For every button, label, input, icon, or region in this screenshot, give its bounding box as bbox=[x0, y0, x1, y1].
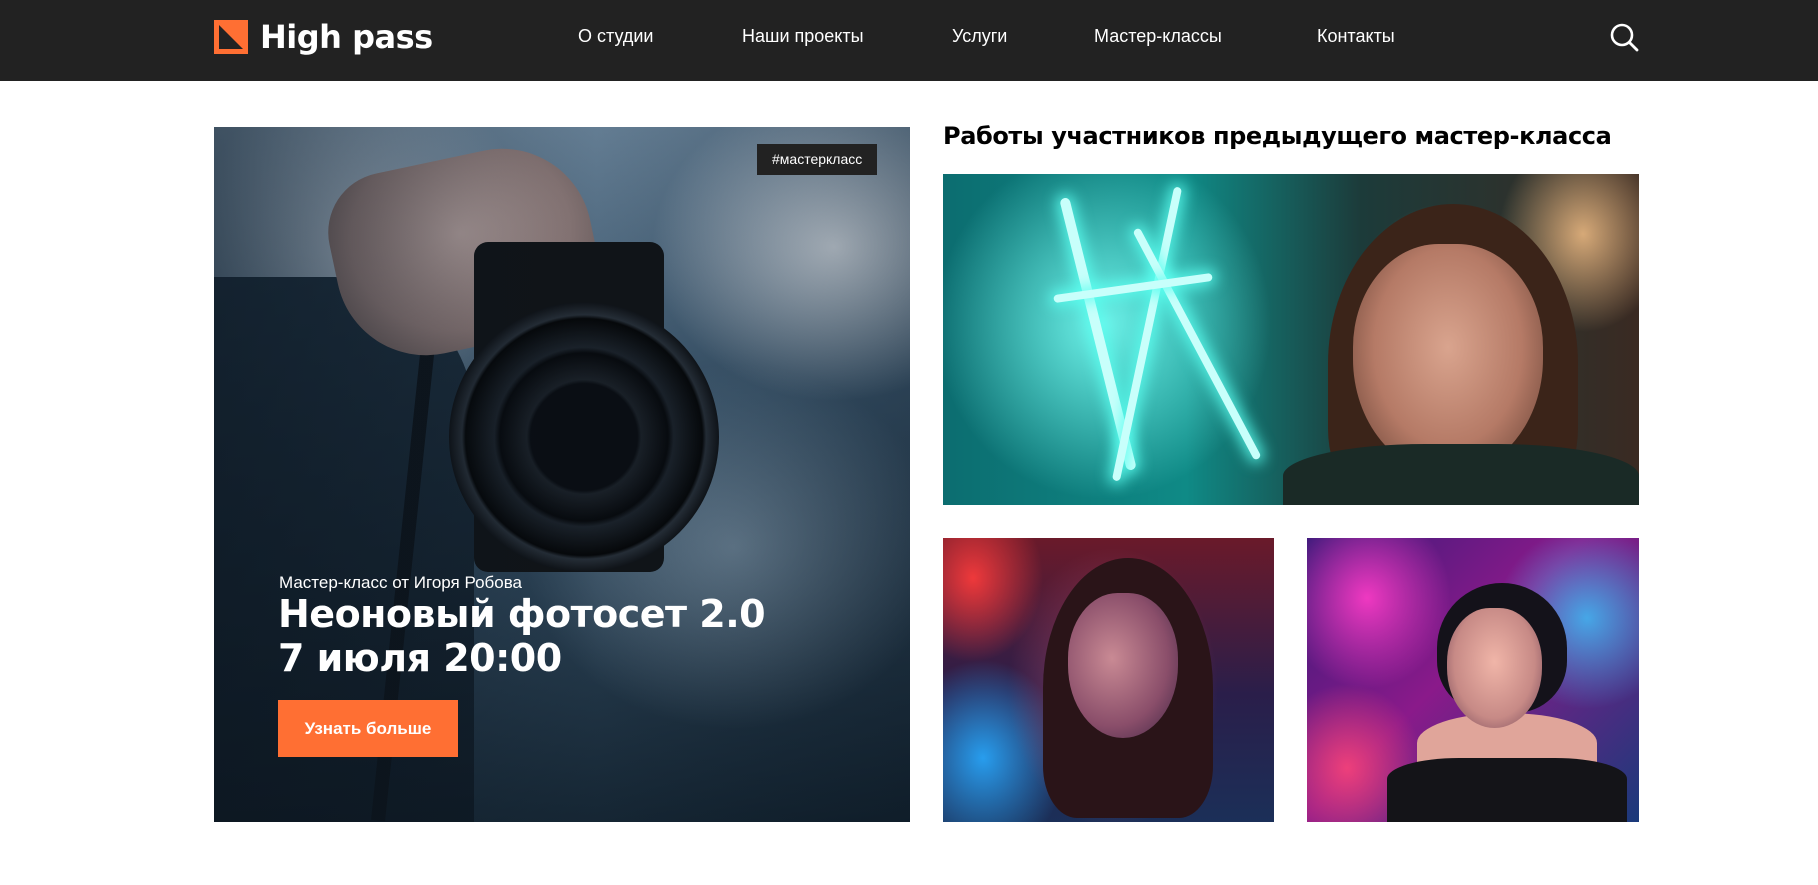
logo-text: High pass bbox=[260, 18, 433, 56]
photo-subject-top bbox=[1387, 758, 1627, 822]
search-icon bbox=[1610, 23, 1639, 52]
logo-icon bbox=[214, 20, 248, 54]
gallery-photo[interactable] bbox=[943, 174, 1639, 505]
photo-subject-face bbox=[1447, 608, 1542, 728]
gallery-photo[interactable] bbox=[1307, 538, 1639, 822]
gallery-title: Работы участников предыдущего мастер-кла… bbox=[943, 122, 1612, 150]
photo-subject-face bbox=[1353, 244, 1543, 474]
site-header: High pass О студии Наши проекты Услуги М… bbox=[0, 0, 1818, 81]
hero-title: Неоновый фотосет 2.0 7 июля 20:00 bbox=[278, 592, 766, 680]
hero-subtitle: Мастер-класс от Игоря Робова bbox=[279, 573, 523, 592]
learn-more-button[interactable]: Узнать больше bbox=[278, 700, 458, 757]
logo[interactable]: High pass bbox=[214, 20, 433, 54]
photo-subject-shirt bbox=[1283, 444, 1639, 505]
hero-title-line: Неоновый фотосет 2.0 bbox=[278, 592, 766, 636]
gallery-photo[interactable] bbox=[943, 538, 1274, 822]
neon-light bbox=[1053, 272, 1213, 304]
nav-item-about[interactable]: О студии bbox=[578, 0, 653, 81]
nav-item-workshops[interactable]: Мастер-классы bbox=[1094, 0, 1222, 81]
hero-tag[interactable]: #мастеркласс bbox=[757, 144, 878, 175]
search-button[interactable] bbox=[1608, 21, 1640, 53]
neon-light bbox=[1111, 186, 1183, 482]
nav-item-services[interactable]: Услуги bbox=[952, 0, 1007, 81]
photo-subject-face bbox=[1068, 593, 1178, 738]
nav-item-contacts[interactable]: Контакты bbox=[1317, 0, 1395, 81]
nav-item-projects[interactable]: Наши проекты bbox=[742, 0, 864, 81]
hero-banner: #мастеркласс Мастер-класс от Игоря Робов… bbox=[214, 127, 910, 822]
neon-light bbox=[1132, 227, 1262, 461]
hero-title-date: 7 июля 20:00 bbox=[278, 636, 562, 680]
